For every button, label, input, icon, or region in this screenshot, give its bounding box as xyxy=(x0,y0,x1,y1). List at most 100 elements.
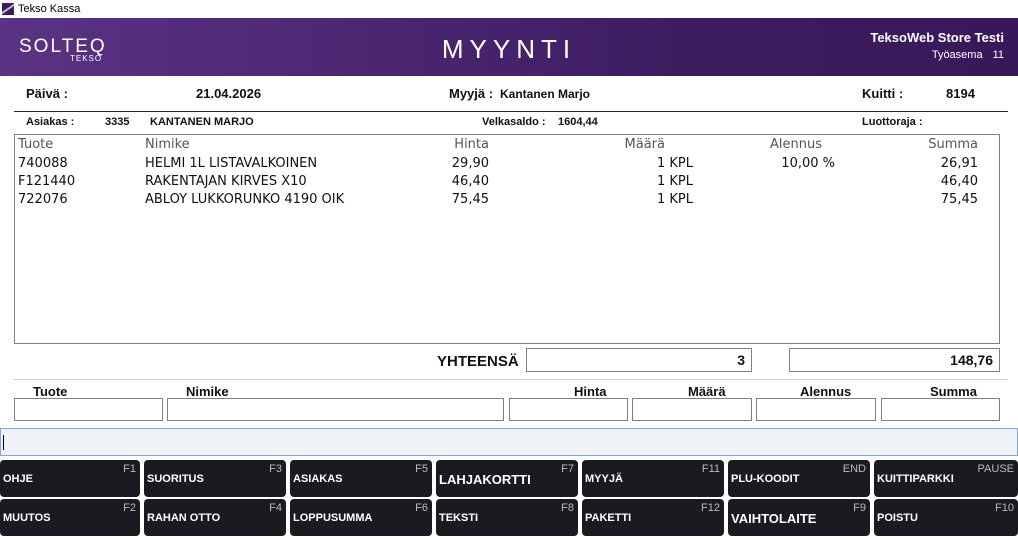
button-label: RAHAN OTTO xyxy=(147,512,221,524)
product-code-input[interactable] xyxy=(14,398,163,421)
row-price: 75,45 xyxy=(451,192,489,207)
row-name: HELMI 1L LISTAVALKOINEN xyxy=(145,156,318,171)
window-title: Tekso Kassa xyxy=(18,3,81,15)
function-key-panel: OHJE F1 SUORITUS F3 ASIAKAS F5 LAHJAKORT… xyxy=(0,458,1018,540)
total-label: YHTEENSÄ xyxy=(437,353,519,370)
suoritus-button[interactable]: SUORITUS F3 xyxy=(144,460,286,497)
balance-label: Velkasaldo : xyxy=(482,116,546,128)
column-header-hinta[interactable]: Hinta xyxy=(454,137,489,152)
row-quantity: 1 KPL xyxy=(656,156,693,171)
entry-label-summa: Summa xyxy=(930,384,977,399)
customer-label: Asiakas : xyxy=(26,116,75,128)
button-label: PAKETTI xyxy=(585,512,632,524)
column-header-tuote[interactable]: Tuote xyxy=(18,137,53,152)
row-code: 740088 xyxy=(18,156,68,171)
product-name-input[interactable] xyxy=(167,398,504,421)
column-header-summa[interactable]: Summa xyxy=(928,137,978,152)
shortcut-key: F7 xyxy=(561,463,574,475)
table-row[interactable]: F121440 RAKENTAJAN KIRVES X10 46,40 1 KP… xyxy=(15,174,999,192)
row-code: 722076 xyxy=(18,192,68,207)
column-header-maara[interactable]: Määrä xyxy=(625,137,665,152)
muutos-button[interactable]: MUUTOS F2 xyxy=(0,499,140,536)
button-label: MYYJÄ xyxy=(585,473,623,485)
myyja-button[interactable]: MYYJÄ F11 xyxy=(582,460,724,497)
button-label: LAHJAKORTTI xyxy=(439,472,531,487)
command-input[interactable] xyxy=(0,428,1018,456)
kuittiparkki-button[interactable]: KUITTIPARKKI PAUSE xyxy=(874,460,1018,497)
header-banner: SOLTEQ TEKSO MYYNTI TeksoWeb Store Testi… xyxy=(0,18,1018,76)
row-quantity: 1 KPL xyxy=(656,174,693,189)
shortcut-key: F10 xyxy=(995,502,1014,514)
customer-name: KANTANEN MARJO xyxy=(150,116,254,128)
button-label: LOPPUSUMMA xyxy=(293,512,373,524)
paketti-button[interactable]: PAKETTI F12 xyxy=(582,499,724,536)
entry-label-tuote: Tuote xyxy=(33,384,68,399)
entry-label-nimike: Nimike xyxy=(186,384,229,399)
lahjakortti-button[interactable]: LAHJAKORTTI F7 xyxy=(436,460,578,497)
shortcut-key: F1 xyxy=(123,463,136,475)
row-discount: 10,00 % xyxy=(781,156,835,171)
credit-limit-label: Luottoraja : xyxy=(862,116,923,128)
window-titlebar: Tekso Kassa xyxy=(0,0,1018,18)
row-name: RAKENTAJAN KIRVES X10 xyxy=(145,174,307,189)
rahan-otto-button[interactable]: RAHAN OTTO F4 xyxy=(144,499,286,536)
total-quantity: 3 xyxy=(526,348,752,372)
sum-input[interactable] xyxy=(881,398,1000,421)
receipt-label: Kuitti : xyxy=(862,86,904,101)
teksti-button[interactable]: TEKSTI F8 xyxy=(436,499,578,536)
row-sum: 26,91 xyxy=(940,156,978,171)
workstation-info: Työasema 11 xyxy=(932,49,1004,61)
table-row[interactable]: 722076 ABLOY LUKKORUNKO 4190 OIK 75,45 1… xyxy=(15,192,999,210)
text-caret xyxy=(3,435,4,450)
quantity-input[interactable] xyxy=(632,398,752,421)
button-label: OHJE xyxy=(3,473,33,485)
screen-title: MYYNTI xyxy=(441,34,577,64)
app-icon xyxy=(2,3,14,15)
seller-label: Myyjä : xyxy=(449,86,494,101)
shortcut-key: F6 xyxy=(415,502,428,514)
button-label: PLU-KOODIT xyxy=(731,473,800,485)
button-label: KUITTIPARKKI xyxy=(877,473,954,485)
loppusumma-button[interactable]: LOPPUSUMMA F6 xyxy=(290,499,432,536)
customer-number: 3335 xyxy=(105,116,130,128)
row-sum: 75,45 xyxy=(940,192,978,207)
seller-value: Kantanen Marjo xyxy=(500,87,591,101)
asiakas-button[interactable]: ASIAKAS F5 xyxy=(290,460,432,497)
column-header-nimike[interactable]: Nimike xyxy=(145,137,190,152)
grid-header: Tuote Nimike Hinta Määrä Alennus Summa xyxy=(15,137,999,155)
date-value: 21.04.2026 xyxy=(196,86,262,101)
shortcut-key: F8 xyxy=(561,502,574,514)
button-label: MUUTOS xyxy=(3,512,51,524)
shortcut-key: END xyxy=(842,463,866,475)
row-code: F121440 xyxy=(18,174,76,189)
entry-label-maara: Määrä xyxy=(688,384,726,399)
workstation-label: Työasema xyxy=(931,49,983,61)
shortcut-key: F11 xyxy=(701,463,720,475)
button-label: TEKSTI xyxy=(439,512,479,524)
column-header-alennus[interactable]: Alennus xyxy=(770,137,822,152)
discount-input[interactable] xyxy=(756,398,876,421)
vaihtolaite-button[interactable]: VAIHTOLAITE F9 xyxy=(728,499,870,536)
row-sum: 46,40 xyxy=(940,174,978,189)
ohje-button[interactable]: OHJE F1 xyxy=(0,460,140,497)
row-quantity: 1 KPL xyxy=(656,192,693,207)
button-label: SUORITUS xyxy=(147,473,204,485)
receipt-value: 8194 xyxy=(946,86,975,101)
shortcut-key: F5 xyxy=(415,463,428,475)
entry-label-hinta: Hinta xyxy=(574,384,607,399)
row-price: 46,40 xyxy=(451,174,489,189)
plu-codes-button[interactable]: PLU-KOODIT END xyxy=(728,460,870,497)
sales-grid[interactable]: Tuote Nimike Hinta Määrä Alennus Summa 7… xyxy=(14,134,1000,344)
shortcut-key: F9 xyxy=(853,502,866,514)
balance-value: 1604,44 xyxy=(558,116,598,128)
total-amount: 148,76 xyxy=(789,348,1000,372)
table-row[interactable]: 740088 HELMI 1L LISTAVALKOINEN 29,90 1 K… xyxy=(15,156,999,174)
date-label: Päivä : xyxy=(26,86,68,101)
shortcut-key: F12 xyxy=(701,502,720,514)
workstation-number: 11 xyxy=(992,49,1004,61)
price-input[interactable] xyxy=(509,398,628,421)
shortcut-key: F3 xyxy=(269,463,282,475)
header-divider xyxy=(14,111,1008,112)
button-label: POISTU xyxy=(877,512,918,524)
poistu-button[interactable]: POISTU F10 xyxy=(874,499,1018,536)
